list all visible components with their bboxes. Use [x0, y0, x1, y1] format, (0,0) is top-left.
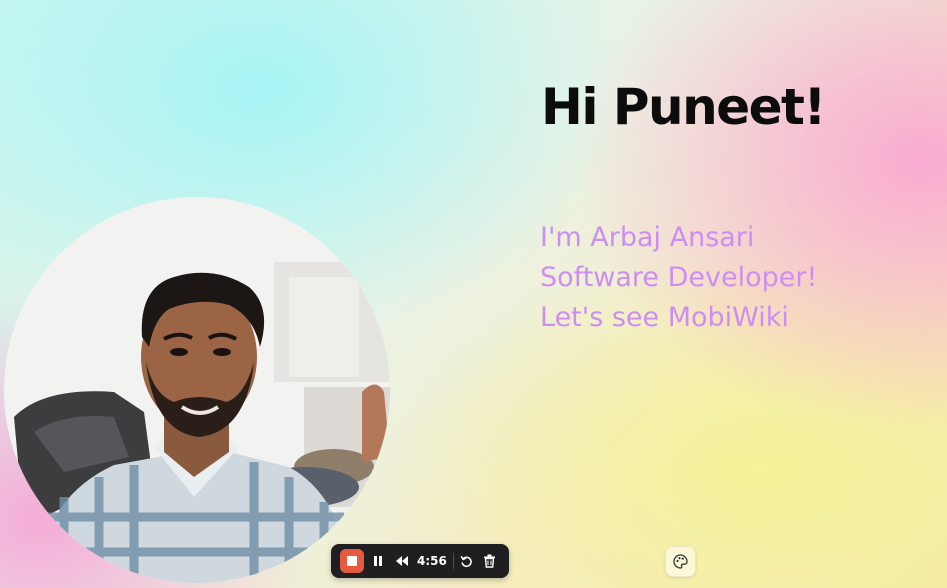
greeting-heading: Hi Puneet!: [541, 78, 826, 136]
trash-icon: [483, 554, 495, 568]
webcam-bubble[interactable]: [4, 197, 390, 583]
rewind-button[interactable]: [392, 549, 412, 573]
restart-icon: [460, 555, 472, 567]
restart-button[interactable]: [456, 549, 476, 573]
rewind-icon: [396, 556, 408, 566]
pause-icon: [374, 556, 382, 566]
intro-line-role: Software Developer!: [540, 262, 818, 293]
pause-button[interactable]: [368, 549, 388, 573]
webcam-presenter-image: [4, 197, 390, 583]
intro-line-cta: Let's see MobiWiki: [540, 302, 789, 333]
stop-recording-button[interactable]: [340, 549, 364, 573]
intro-line-name: I'm Arbaj Ansari: [540, 222, 755, 253]
palette-button[interactable]: [665, 546, 696, 577]
recording-control-bar: 4:56: [331, 544, 509, 578]
recording-timer: 4:56: [417, 554, 447, 568]
intro-text: I'm Arbaj Ansari Software Developer! Let…: [540, 218, 817, 338]
control-divider: [453, 553, 454, 569]
slide-canvas: Hi Puneet! I'm Arbaj Ansari Software Dev…: [0, 0, 947, 588]
delete-button[interactable]: [479, 549, 499, 573]
stop-icon: [347, 556, 357, 566]
palette-icon: [673, 554, 688, 569]
